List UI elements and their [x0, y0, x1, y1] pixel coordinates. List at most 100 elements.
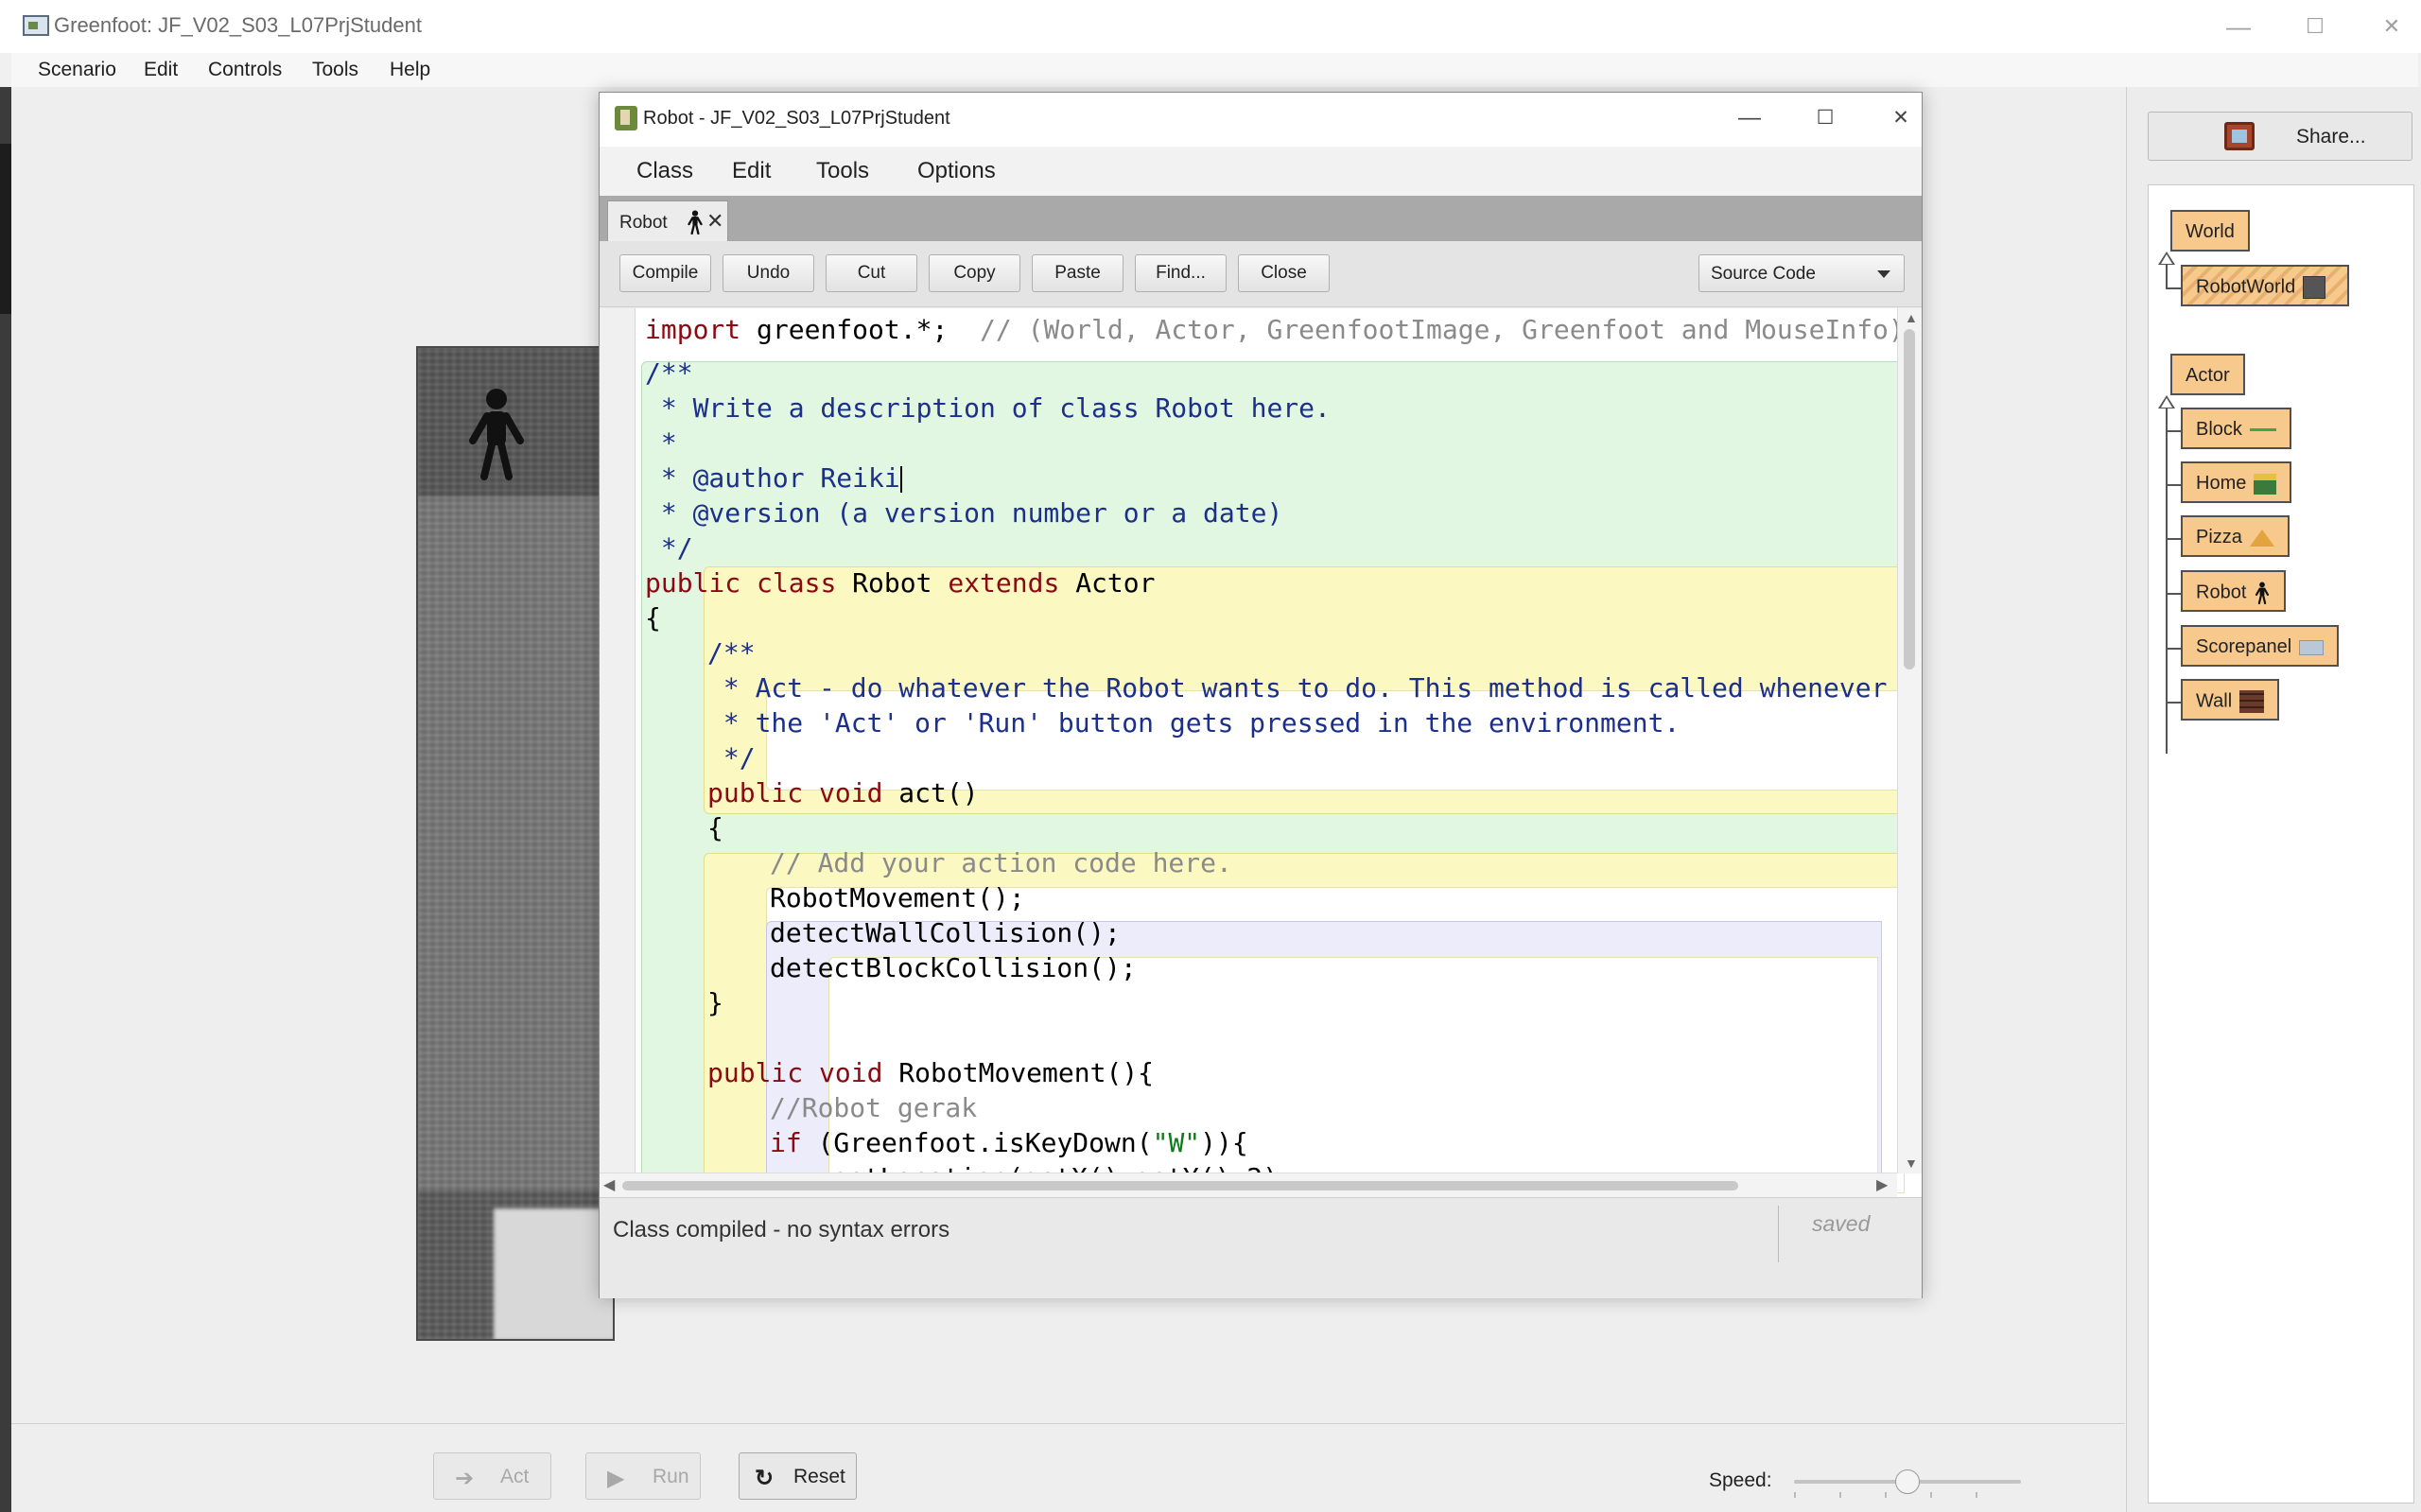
horizontal-scroll-thumb[interactable]	[622, 1181, 1738, 1190]
inherit-line	[2166, 430, 2181, 432]
robot-thumb-icon	[2256, 582, 2270, 604]
reset-label: Reset	[793, 1466, 845, 1487]
code-line-comment: //Robot gerak	[770, 1092, 978, 1123]
world-block	[494, 1208, 613, 1339]
class-block[interactable]: Block	[2181, 408, 2291, 449]
view-mode-select[interactable]: Source Code	[1698, 254, 1905, 292]
code-text: )){	[1200, 1127, 1248, 1158]
editor-minimize-icon[interactable]: —	[1731, 104, 1768, 132]
code-line-doc: * the 'Act' or 'Run' button gets pressed…	[707, 707, 1681, 739]
paste-button[interactable]: Paste	[1032, 254, 1123, 292]
code-line-doc: *	[645, 427, 693, 459]
wall-thumb-icon	[2239, 690, 2265, 713]
run-button[interactable]: ▶ Run	[585, 1452, 701, 1500]
code-text: RobotMovement(){	[882, 1057, 1155, 1088]
editor-title: Robot - JF_V02_S03_L07PrjStudent	[643, 108, 950, 129]
inherit-line	[2166, 593, 2181, 595]
close-icon[interactable]: ✕	[2368, 9, 2415, 43]
class-robot-label: Robot	[2196, 582, 2247, 603]
code-line-doc: * @version (a version number or a date)	[645, 497, 1283, 529]
class-home[interactable]: Home	[2181, 461, 2292, 503]
editor-menu-options[interactable]: Options	[917, 158, 996, 184]
home-thumb-icon	[2254, 473, 2277, 495]
run-label: Run	[653, 1466, 689, 1487]
scroll-right-icon[interactable]: ▶	[1876, 1175, 1888, 1194]
code-line-doc: /**	[707, 637, 756, 669]
code-line-doc: */	[707, 742, 756, 773]
world-canvas[interactable]	[416, 346, 615, 1341]
class-scorepanel[interactable]: Scorepanel	[2181, 625, 2340, 667]
code-line-call: detectWallCollision();	[770, 917, 1121, 948]
vertical-scroll-thumb[interactable]	[1904, 329, 1915, 669]
compile-button[interactable]: Compile	[619, 254, 711, 292]
class-world[interactable]: World	[2170, 210, 2250, 252]
class-pizza[interactable]: Pizza	[2181, 515, 2290, 557]
class-home-label: Home	[2196, 473, 2247, 494]
editor-menu-edit[interactable]: Edit	[732, 158, 771, 184]
controls-bar: ➔ Act ▶ Run ↻ Reset Speed:	[11, 1423, 2125, 1512]
speed-slider-thumb[interactable]	[1895, 1469, 1920, 1494]
editor-menu-class[interactable]: Class	[636, 158, 693, 184]
horizontal-scrollbar[interactable]: ◀ ▶	[600, 1173, 1897, 1197]
compile-status-message: Class compiled - no syntax errors	[613, 1217, 950, 1243]
code-text: Robot	[836, 567, 949, 599]
keyword: public	[645, 567, 741, 599]
main-menubar: Scenario Edit Controls Tools Help	[11, 53, 2418, 87]
find-button[interactable]: Find...	[1135, 254, 1227, 292]
maximize-icon[interactable]: ☐	[2291, 9, 2339, 43]
status-divider	[1778, 1206, 1779, 1262]
tab-close-icon[interactable]: ✕	[706, 209, 723, 234]
menu-help[interactable]: Help	[390, 59, 430, 81]
code-line-doc: */	[645, 532, 693, 564]
code-text: Actor	[1059, 567, 1156, 599]
scroll-left-icon[interactable]: ◀	[603, 1175, 615, 1194]
inherit-line	[2166, 648, 2181, 650]
string-literal: "W"	[1152, 1127, 1201, 1158]
keyword: void	[819, 1057, 883, 1088]
comment: // (World, Actor, GreenfootImage, Greenf…	[980, 314, 1905, 345]
scroll-down-icon[interactable]: ▼	[1905, 1156, 1918, 1171]
vertical-scrollbar[interactable]: ▲ ▼	[1897, 308, 1922, 1173]
editor-menu-tools[interactable]: Tools	[816, 158, 869, 184]
code-editor[interactable]: import greenfoot.*; // (World, Actor, Gr…	[600, 308, 1922, 1197]
class-wall[interactable]: Wall	[2181, 679, 2280, 721]
window-title: Greenfoot: JF_V02_S03_L07PrjStudent	[54, 13, 422, 37]
editor-close-icon[interactable]: ✕	[1882, 104, 1920, 132]
share-button[interactable]: Share...	[2148, 112, 2412, 161]
class-block-label: Block	[2196, 419, 2242, 440]
tab-robot[interactable]: Robot ✕	[607, 200, 728, 241]
cut-button[interactable]: Cut	[826, 254, 917, 292]
menu-scenario[interactable]: Scenario	[38, 59, 116, 81]
class-wall-label: Wall	[2196, 690, 2233, 712]
class-robotworld[interactable]: RobotWorld	[2181, 265, 2349, 306]
inherit-line	[2166, 264, 2168, 289]
minimize-icon[interactable]: —	[2215, 9, 2262, 43]
editor-tab-strip: Robot ✕	[600, 196, 1922, 241]
act-button[interactable]: ➔ Act	[433, 1452, 551, 1500]
copy-button[interactable]: Copy	[929, 254, 1020, 292]
menu-controls[interactable]: Controls	[208, 59, 282, 81]
class-diagram: World RobotWorld Actor Block Home Pizza …	[2148, 184, 2414, 1503]
editor-app-icon	[615, 106, 637, 130]
menu-edit[interactable]: Edit	[144, 59, 178, 81]
editor-maximize-icon[interactable]: ☐	[1806, 104, 1844, 132]
class-robot[interactable]: Robot	[2181, 570, 2287, 612]
close-button[interactable]: Close	[1238, 254, 1330, 292]
inherit-line	[2166, 702, 2181, 704]
saved-indicator: saved	[1812, 1211, 1871, 1236]
menu-tools[interactable]: Tools	[312, 59, 358, 81]
reset-button[interactable]: ↻ Reset	[739, 1452, 857, 1500]
act-label: Act	[500, 1466, 530, 1487]
tab-robot-label: Robot	[619, 213, 668, 233]
share-easel-icon	[2224, 122, 2255, 150]
scroll-up-icon[interactable]: ▲	[1905, 310, 1918, 325]
line-gutter	[600, 308, 636, 1197]
tab-robot-icon	[688, 210, 703, 235]
share-label: Share...	[2296, 126, 2366, 148]
class-actor[interactable]: Actor	[2170, 354, 2245, 395]
undo-button[interactable]: Undo	[723, 254, 814, 292]
code-line-comment: // Add your action code here.	[770, 847, 1232, 878]
code-line-call: detectBlockCollision();	[770, 952, 1137, 983]
world-background	[418, 348, 613, 1339]
robot-sprite-icon[interactable]	[463, 386, 530, 480]
